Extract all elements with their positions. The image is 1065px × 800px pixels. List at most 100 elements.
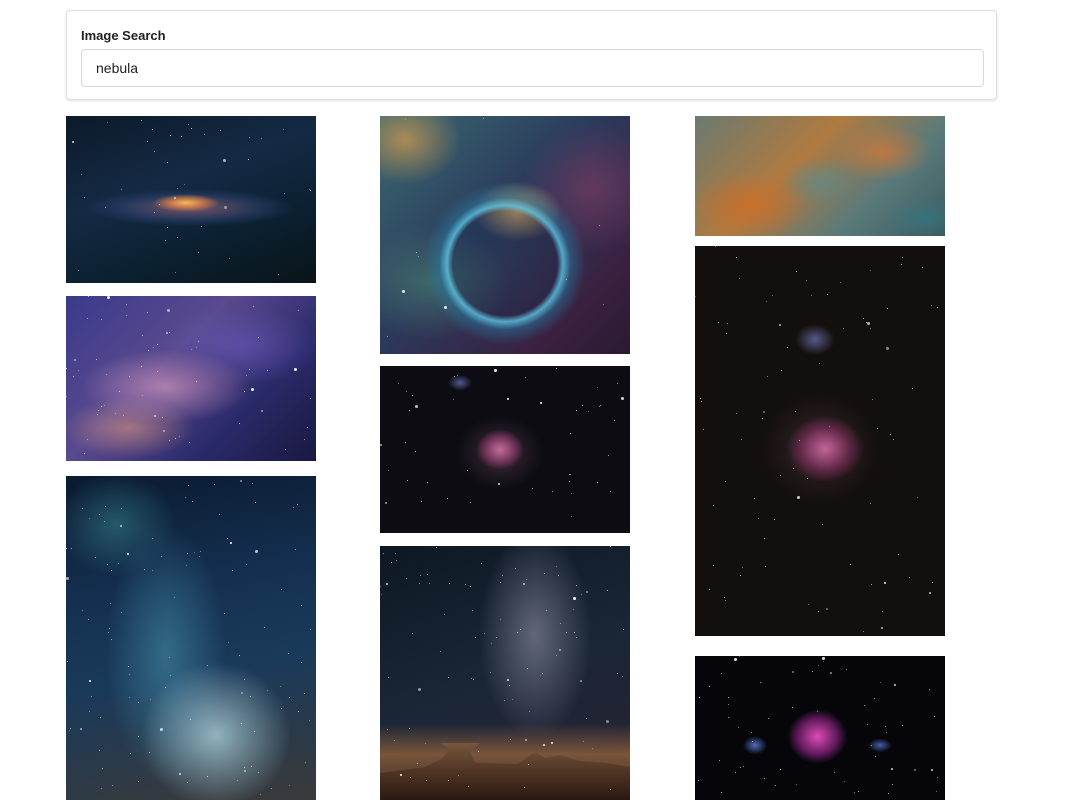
star [870,328,871,329]
star [795,411,796,412]
orion-nebula-tall-image[interactable] [695,246,945,636]
star [251,766,252,767]
star [473,679,474,680]
star [147,312,148,313]
star [223,159,226,162]
star [766,301,767,302]
star [523,583,525,585]
star [188,485,189,486]
star [509,685,510,686]
star [532,488,533,489]
blue-starfield-milky-way-image[interactable] [66,476,316,800]
star [281,589,282,590]
star [830,672,832,674]
star [817,711,818,712]
star [224,613,225,614]
star [496,637,497,638]
orion-nebula-magenta-image[interactable] [695,656,945,800]
star [819,363,820,364]
star [248,159,249,160]
star [937,777,938,778]
star [66,577,69,580]
star [502,575,503,576]
star [169,657,170,658]
star [826,608,828,610]
star [560,623,561,624]
star [471,678,472,679]
star [583,741,584,742]
star [307,427,308,428]
star [170,135,171,136]
star [153,347,154,348]
star [739,278,740,279]
star [244,391,245,392]
search-input[interactable] [81,49,984,87]
star [130,753,131,754]
star [144,569,145,570]
star [901,264,902,265]
star [410,777,411,778]
star [603,304,604,305]
star [871,745,872,746]
star [87,318,88,319]
star [174,197,176,199]
star [829,426,830,427]
star [566,279,567,280]
star [507,398,509,400]
star [111,570,112,571]
star [752,741,753,742]
star [500,582,501,583]
star [228,642,229,643]
star [98,410,99,411]
star [418,256,419,257]
purple-milky-way-image[interactable] [66,296,316,461]
star [394,740,395,741]
star [453,399,454,400]
star [867,322,870,325]
star [181,136,182,137]
star [741,439,742,440]
star [574,632,575,633]
star [558,575,559,576]
star [220,130,221,131]
rock-formation [380,743,630,800]
milky-way-galaxy-core-image[interactable] [66,116,316,283]
star [415,405,418,408]
star [698,780,699,781]
star [525,377,526,378]
star [261,410,263,412]
star [252,483,253,484]
bubble-nebula-image[interactable] [380,116,630,354]
star [483,118,484,119]
star [827,294,828,295]
star [108,632,109,633]
star [138,736,139,737]
star [581,594,582,595]
star [412,633,413,634]
star [546,610,547,611]
star [101,319,102,320]
star [66,548,67,549]
star [887,308,888,309]
star [281,708,282,709]
orion-nebula-image[interactable] [380,366,630,533]
star [507,679,509,681]
star [914,769,916,771]
milky-way-over-rock-formations-image[interactable] [380,546,630,800]
star [796,784,797,785]
star [902,257,903,258]
star [863,631,864,632]
star [174,597,175,598]
star [387,336,388,337]
star [427,574,428,575]
star [255,502,256,503]
star [66,396,67,397]
star [544,573,545,574]
star [799,440,800,441]
star [258,772,259,773]
carina-nebula-pillars-image[interactable] [695,116,945,236]
star [586,591,588,593]
star [78,370,79,371]
star [388,470,389,471]
star [844,781,845,782]
